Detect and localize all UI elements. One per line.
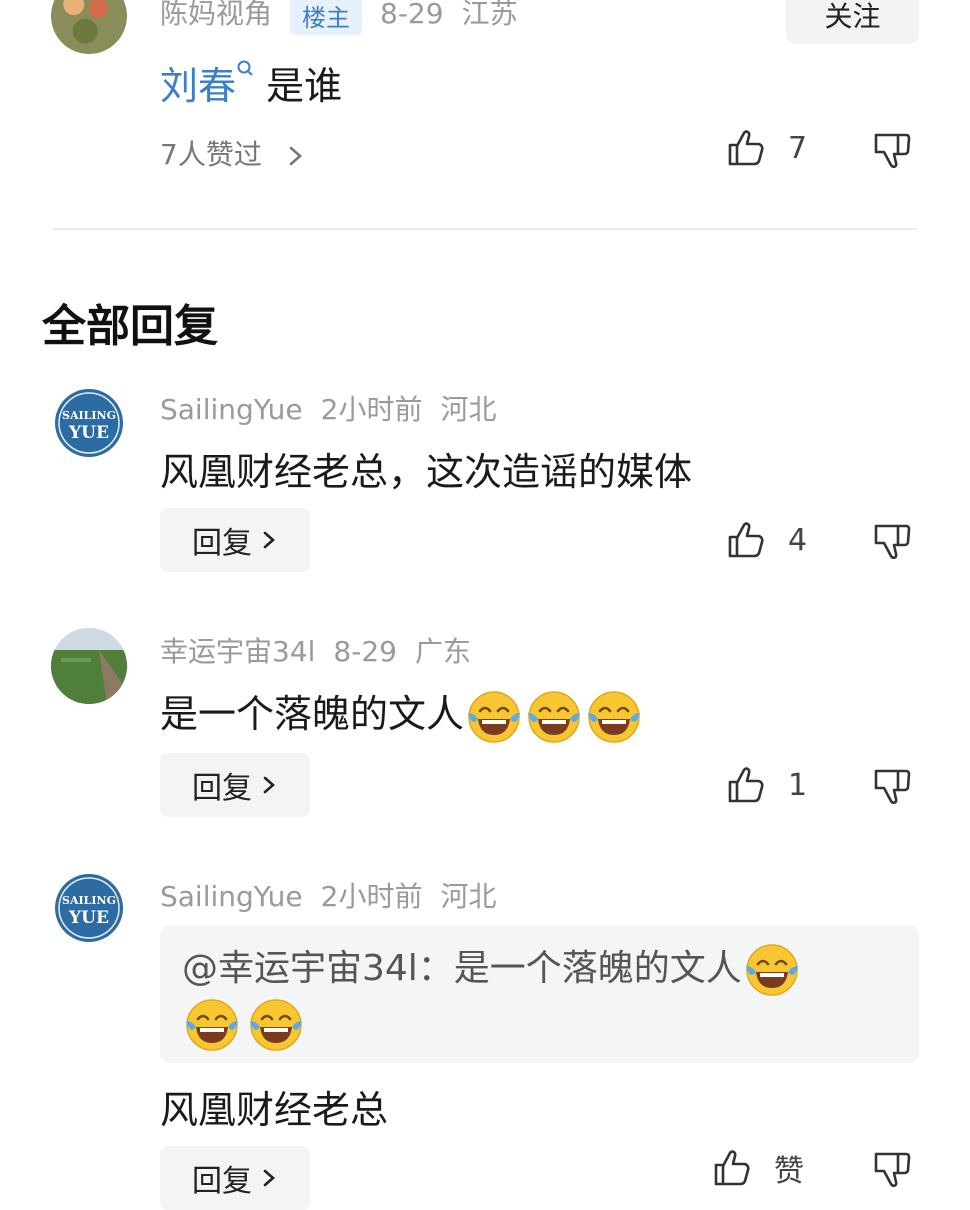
reply-1-avatar[interactable]	[51, 385, 127, 461]
thumbs-up-icon	[712, 1148, 752, 1188]
op-comment-body: 是谁	[266, 64, 343, 108]
thumbs-down-icon[interactable]	[872, 522, 912, 562]
reply-3-like-button[interactable]: 赞	[712, 1146, 804, 1190]
reply-1-meta: SailingYue 2小时前 河北	[160, 388, 515, 428]
op-location: 江苏	[461, 0, 518, 30]
reply-1-like-count: 4	[788, 522, 808, 558]
reply-2-reply-button[interactable]: 回复	[160, 753, 310, 817]
reply-1-username[interactable]: SailingYue	[160, 393, 303, 426]
reply-3-meta: SailingYue 2小时前 河北	[160, 875, 515, 915]
thumbs-up-icon	[726, 765, 766, 805]
chevron-right-icon	[263, 776, 275, 794]
reply-1-location: 河北	[440, 393, 497, 426]
reply-2-avatar[interactable]	[51, 628, 127, 704]
reply-1-reply-button[interactable]: 回复	[160, 508, 310, 572]
reply-3-text: 风凰财经老总	[160, 1088, 389, 1132]
reply-3-location: 河北	[440, 880, 497, 913]
reply-2-like-button[interactable]: 1	[726, 765, 807, 805]
quoted-reply-text: @幸运宇宙34l：是一个落魄的文人	[182, 939, 802, 998]
thumbs-up-icon	[726, 520, 766, 560]
mention-link[interactable]: 刘春	[160, 60, 254, 108]
reply-1-text: 风凰财经老总，这次造谣的媒体	[160, 450, 693, 494]
laughing-emoji-icon	[248, 997, 304, 1053]
op-like-count: 7	[788, 130, 808, 166]
divider	[53, 228, 917, 230]
reply-2-time: 8-29	[333, 635, 397, 668]
reply-1-time: 2小时前	[320, 393, 423, 426]
op-meta: 陈妈视角 楼主 8-29 江苏	[160, 0, 536, 35]
reply-2-username[interactable]: 幸运宇宙34l	[160, 635, 315, 668]
reply-3-avatar[interactable]	[51, 870, 127, 946]
op-avatar[interactable]	[51, 0, 127, 54]
search-icon	[237, 60, 253, 76]
thumbs-down-icon[interactable]	[872, 767, 912, 807]
chevron-right-icon	[263, 531, 275, 549]
laughing-emoji-icon	[586, 689, 642, 745]
reply-3-reply-button[interactable]: 回复	[160, 1146, 310, 1210]
laughing-emoji-icon	[466, 689, 522, 745]
reply-1-like-button[interactable]: 4	[726, 520, 807, 560]
quoted-reply[interactable]: @幸运宇宙34l：是一个落魄的文人	[160, 925, 919, 1063]
op-comment-text: 刘春 是谁	[160, 55, 342, 110]
field-photo	[51, 628, 127, 704]
reply-2-like-count: 1	[788, 767, 808, 803]
quoted-emoji-row	[182, 997, 306, 1053]
section-title: 全部回复	[42, 301, 218, 352]
reply-3-like-label: 赞	[774, 1154, 804, 1189]
chevron-right-icon	[263, 1169, 275, 1187]
op-badge: 楼主	[290, 0, 363, 35]
reply-2-text: 是一个落魄的文人	[160, 683, 644, 745]
laughing-emoji-icon	[526, 689, 582, 745]
reply-3-time: 2小时前	[320, 880, 423, 913]
op-date: 8-29	[380, 0, 444, 30]
thumbs-down-icon[interactable]	[872, 1150, 912, 1190]
thumbs-up-icon	[726, 128, 766, 168]
chevron-right-icon	[289, 146, 302, 166]
follow-button[interactable]: 关注	[786, 0, 919, 44]
reply-2-meta: 幸运宇宙34l 8-29 广东	[160, 630, 489, 670]
laughing-emoji-icon	[744, 942, 800, 998]
laughing-emoji-icon	[184, 997, 240, 1053]
reply-3-username[interactable]: SailingYue	[160, 880, 303, 913]
op-username[interactable]: 陈妈视角	[160, 0, 272, 30]
liked-by-link[interactable]: 7人赞过	[160, 133, 307, 173]
reply-2-location: 广东	[414, 635, 471, 668]
thumbs-down-icon[interactable]	[872, 131, 912, 171]
op-like-button[interactable]: 7	[726, 128, 807, 168]
